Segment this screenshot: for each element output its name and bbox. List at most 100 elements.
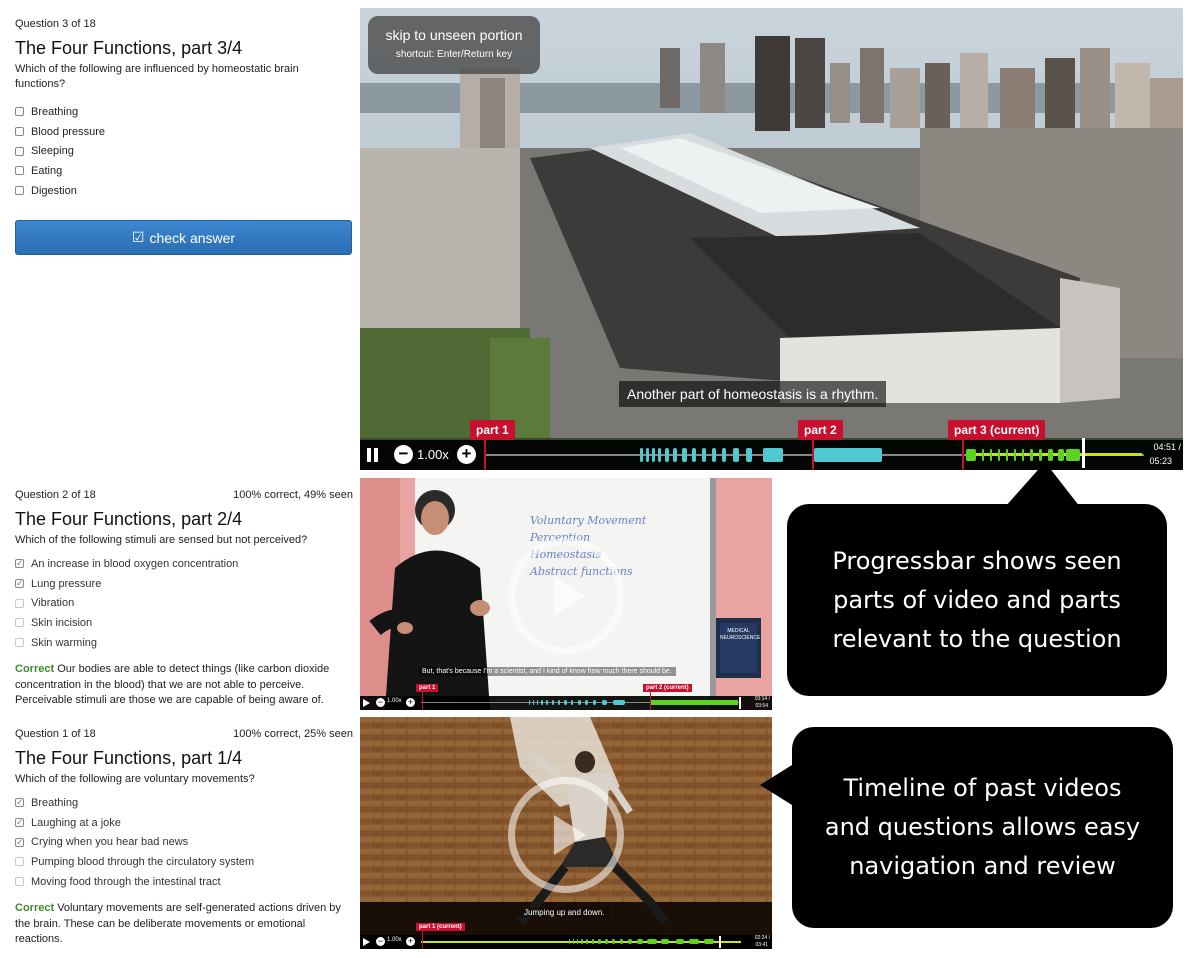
choice-blood-pressure[interactable]: Blood pressure: [15, 122, 353, 142]
seen-segment: [704, 939, 714, 944]
seen-segment: [982, 449, 984, 461]
progress-bar[interactable]: [421, 696, 741, 710]
speed-down-icon[interactable]: −: [376, 937, 385, 946]
marker-line-part-1: [422, 931, 423, 949]
marker-part-2[interactable]: part 2: [798, 420, 843, 440]
question-2-panel[interactable]: Question 2 of 18 100% correct, 49% seen …: [15, 488, 353, 709]
seen-segment: [673, 448, 677, 462]
checkbox[interactable]: [15, 107, 24, 117]
question-2-meta: Question 2 of 18 100% correct, 49% seen: [15, 488, 353, 502]
marker-line-part-2: [812, 438, 814, 470]
choice-vibration: Vibration: [15, 593, 353, 613]
question-1-meta: Question 1 of 18 100% correct, 25% seen: [15, 727, 353, 741]
choice-label: Vibration: [31, 597, 75, 610]
speed-up-icon[interactable]: +: [457, 445, 476, 464]
callout-progressbar-text: Progressbar shows seen parts of video an…: [832, 546, 1122, 653]
marker-part-2-current[interactable]: part 2 (current): [643, 684, 692, 692]
seen-segment: [646, 448, 649, 462]
skip-unseen-button[interactable]: skip to unseen portion shortcut: Enter/R…: [368, 16, 540, 74]
seen-segment: [998, 449, 1000, 461]
choice-eating[interactable]: Eating: [15, 161, 353, 181]
time-current: 04:51 /: [1153, 442, 1181, 452]
time-total: 05:23: [1149, 456, 1172, 466]
subtitle-caption: Jumping up and down.: [520, 907, 609, 918]
speed-up-icon[interactable]: +: [406, 698, 415, 707]
marker-part-1-current[interactable]: part 1 (current): [416, 923, 465, 931]
skip-title: skip to unseen portion: [385, 27, 523, 43]
choice-list: ✓ Breathing ✓ Laughing at a joke ✓ Crying w…: [15, 793, 353, 891]
main-video-player[interactable]: skip to unseen portion shortcut: Enter/R…: [360, 8, 1183, 470]
marker-line-part-3: [962, 438, 964, 470]
seen-segment: [637, 939, 643, 944]
choice-label: Eating: [31, 164, 63, 177]
seen-segment: [763, 448, 783, 462]
seen-segment: [702, 448, 706, 462]
marker-part-1[interactable]: part 1: [470, 420, 515, 440]
choice-digestion[interactable]: Digestion: [15, 181, 353, 201]
question-title: The Four Functions, part 2/4: [15, 509, 243, 529]
marker-part-3-current[interactable]: part 3 (current): [948, 420, 1046, 440]
checkbox: [15, 857, 24, 867]
video-1-player[interactable]: Jumping up and down. − 1.00x + 02:24 / 0…: [360, 717, 772, 949]
play-icon[interactable]: [363, 938, 370, 946]
checkbox-icon: ☑: [131, 229, 145, 245]
marker-part-1[interactable]: part 1: [416, 684, 439, 692]
seen-segment: [533, 700, 534, 705]
progress-bar[interactable]: [421, 935, 741, 949]
question-prompt: Which of the following stimuli are sense…: [15, 534, 308, 546]
relevant-segment: [966, 453, 1142, 456]
choice-pumping-blood: Pumping blood through the circulatory sy…: [15, 852, 353, 872]
choice-label: Sleeping: [31, 145, 74, 158]
time-total: 03:41: [755, 942, 768, 948]
video-2-player[interactable]: Voluntary Movement Perception Homeostasi…: [360, 478, 772, 710]
choice-label: An increase in blood oxygen concentratio…: [31, 557, 239, 570]
checkbox[interactable]: [15, 127, 24, 137]
check-answer-button[interactable]: ☑ check answer: [15, 220, 352, 255]
seen-segment: [573, 939, 574, 944]
relevant-segment: [650, 700, 738, 705]
check-answer-label: check answer: [149, 229, 236, 246]
seen-segment: [661, 939, 669, 944]
checkbox[interactable]: [15, 146, 24, 156]
play-triangle: [554, 576, 586, 616]
question-3-panel: Question 3 of 18 The Four Functions, par…: [15, 17, 353, 200]
seen-segment: [1006, 449, 1008, 461]
answer-feedback: Correct Voluntary movements are self-gen…: [15, 901, 353, 948]
checkbox: [15, 877, 24, 887]
callout-timeline: Timeline of past videos and questions al…: [792, 727, 1173, 928]
question-1-panel[interactable]: Question 1 of 18 100% correct, 25% seen …: [15, 727, 353, 948]
checkbox: [15, 638, 24, 648]
checkbox[interactable]: [15, 186, 24, 196]
seen-segment: [1030, 449, 1033, 461]
choice-lung-pressure: ✓ Lung pressure: [15, 574, 353, 594]
choice-label: Lung pressure: [31, 577, 102, 590]
choice-breathing[interactable]: Breathing: [15, 102, 353, 122]
pause-icon[interactable]: [367, 448, 379, 462]
checkbox[interactable]: [15, 166, 24, 176]
seen-segment: [593, 700, 596, 705]
choice-label: Crying when you hear bad news: [31, 836, 189, 849]
play-triangle: [554, 815, 586, 855]
choice-skin-incision: Skin incision: [15, 613, 353, 633]
play-icon[interactable]: [363, 699, 370, 707]
seen-segment: [598, 939, 601, 944]
choice-label: Breathing: [31, 105, 79, 118]
speed-down-icon[interactable]: −: [394, 445, 413, 464]
seen-segment: [689, 939, 699, 944]
seen-segment: [665, 448, 669, 462]
question-3-meta: Question 3 of 18: [15, 17, 353, 31]
marker-line-part-2: [650, 692, 651, 710]
choice-sleeping[interactable]: Sleeping: [15, 141, 353, 161]
playhead[interactable]: [1082, 438, 1085, 468]
speed-down-icon[interactable]: −: [376, 698, 385, 707]
speed-up-icon[interactable]: +: [406, 937, 415, 946]
time-total: 03:54: [755, 703, 768, 709]
feedback-status: Correct: [15, 663, 55, 676]
checkbox-checked: ✓: [15, 836, 24, 847]
checkbox-checked: ✓: [15, 797, 24, 808]
whiteboard-line: Voluntary Movement: [530, 514, 647, 527]
seen-segment: [640, 448, 643, 462]
marker-line-part-1: [484, 438, 486, 470]
playhead[interactable]: [719, 936, 721, 948]
seen-segment: [1014, 449, 1016, 461]
